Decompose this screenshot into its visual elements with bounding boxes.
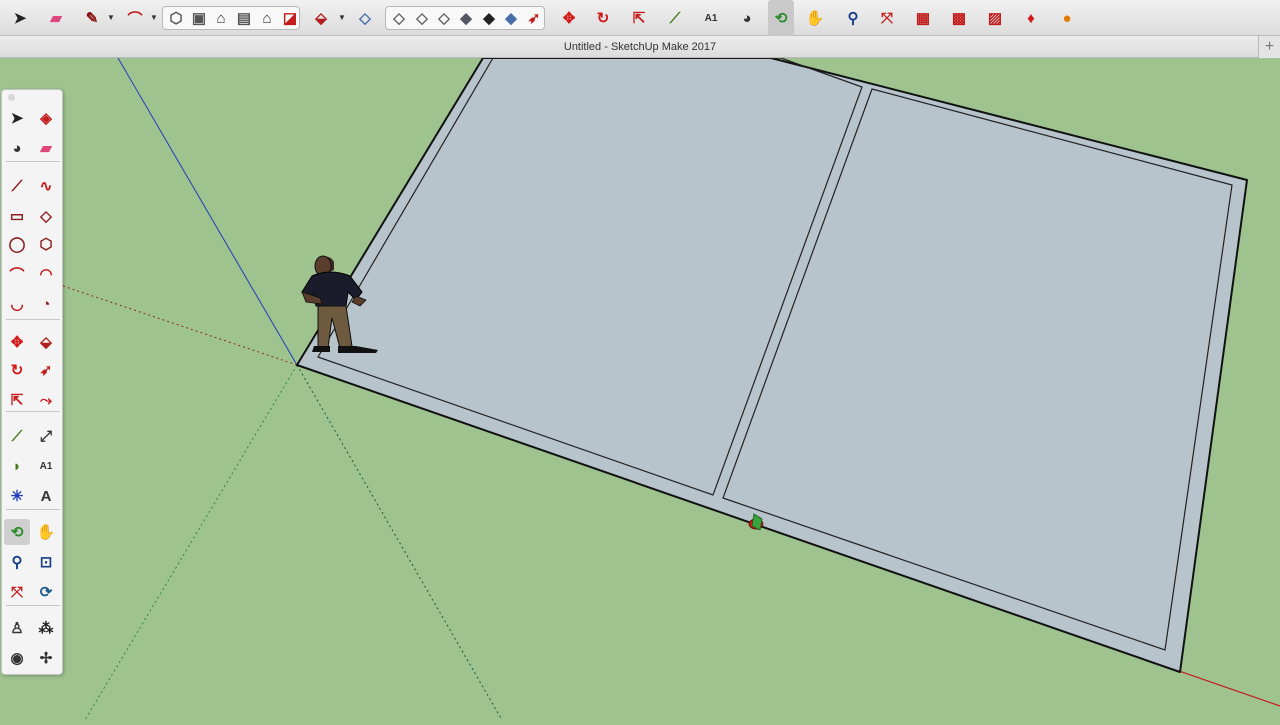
palette-text-label-icon[interactable]: A1 <box>33 453 59 479</box>
window-title: Untitled - SketchUp Make 2017 <box>563 41 717 53</box>
extension-warehouse-icon[interactable]: ▨ <box>982 5 1008 31</box>
line-dropdown-icon[interactable]: ▼ <box>107 13 115 22</box>
text-label-icon[interactable]: A1 <box>698 5 724 31</box>
palette-rotate-icon[interactable]: ↻ <box>4 357 30 383</box>
palette-3d-text-icon[interactable]: A <box>33 483 59 509</box>
palette-tape-measure-icon[interactable]: ⟋ <box>4 423 30 449</box>
orbit-icon[interactable]: ⟲ <box>768 0 794 36</box>
section-dropdown-icon[interactable]: ▼ <box>338 13 346 22</box>
rotate-icon[interactable]: ↻ <box>590 5 616 31</box>
palette-protractor-icon[interactable]: ◗ <box>4 453 30 479</box>
palette-line-icon[interactable]: ⟋ <box>4 173 30 199</box>
palette-walk-icon[interactable]: ⁂ <box>33 615 59 641</box>
palette-pan-hand-icon[interactable]: ✋ <box>33 519 59 545</box>
palette-make-component-icon[interactable]: ◈ <box>33 105 59 131</box>
palette-pie-icon[interactable]: ◔ <box>33 291 59 317</box>
palette-section-plane-icon[interactable]: ✢ <box>33 645 59 671</box>
pencil-line-icon[interactable]: ✎ <box>79 5 105 31</box>
palette-arc-icon[interactable]: ⌒ <box>4 261 30 287</box>
3d-warehouse-icon[interactable]: ▦ <box>910 5 936 31</box>
arc-icon[interactable]: ⌒ <box>122 5 148 31</box>
palette-look-around-icon[interactable]: ◉ <box>4 645 30 671</box>
paint-bucket-icon[interactable]: ◕ <box>734 5 760 31</box>
add-tab-button[interactable]: + <box>1258 36 1280 58</box>
palette-offset-icon[interactable]: ⤳ <box>33 387 59 413</box>
palette-separator <box>6 161 60 162</box>
palette-previous-view-icon[interactable]: ⟳ <box>33 579 59 605</box>
palette-zoom-extents-icon[interactable]: ⤧ <box>4 579 30 605</box>
palette-rotated-rectangle-icon[interactable]: ◇ <box>33 203 59 229</box>
colors-wheel-icon[interactable]: ● <box>1054 5 1080 31</box>
palette-polygon-icon[interactable]: ⬡ <box>33 231 59 257</box>
palette-eraser-icon[interactable]: ▰ <box>33 135 59 161</box>
palette-zoom-icon[interactable]: ⚲ <box>4 549 30 575</box>
palette-separator <box>6 319 60 320</box>
ruby-console-icon[interactable]: ♦ <box>1018 5 1044 31</box>
palette-separator <box>6 605 60 606</box>
palette-position-camera-icon[interactable]: ♙ <box>4 615 30 641</box>
palette-separator <box>6 509 60 510</box>
scene-canvas <box>0 57 1280 721</box>
palette-freehand-icon[interactable]: ∿ <box>33 173 59 199</box>
palette-follow-me-icon[interactable]: ➶ <box>33 357 59 383</box>
palette-three-point-arc-icon[interactable]: ◡ <box>4 291 30 317</box>
palette-select-arrow-icon[interactable]: ➤ <box>4 105 30 131</box>
palette-orbit-icon[interactable]: ⟲ <box>4 519 30 545</box>
section-plane-icon[interactable]: ◪ <box>277 5 303 31</box>
follow-me-icon[interactable]: ➶ <box>521 5 547 31</box>
palette-push-pull-icon[interactable]: ⬙ <box>33 329 59 355</box>
arc-dropdown-icon[interactable]: ▼ <box>150 13 158 22</box>
palette-paint-bucket-icon[interactable]: ◕ <box>4 135 30 161</box>
palette-dimension-icon[interactable]: ⤢ <box>33 423 59 449</box>
eraser-icon[interactable]: ▰ <box>43 5 69 31</box>
scale-icon[interactable]: ⇱ <box>626 5 652 31</box>
xray-style-icon[interactable]: ◇ <box>352 5 378 31</box>
palette-move-icon[interactable]: ✥ <box>4 329 30 355</box>
palette-axes-icon[interactable]: ✳ <box>4 483 30 509</box>
share-model-icon[interactable]: ▩ <box>946 5 972 31</box>
main-toolbar: ➤ ▰ ✎ ⌒ ⬡ ▣ ⌂ ▤ ⌂ ◪ ⬙ ◇ ◇ ◇ ◇ ◆ ◆ ◆ ➶ ✥ ↻ ⇱ ⟋ A1 ◕ ⟲ ✋ ⚲ ⤧ ▦ ▩ ▨ ♦ ● ▼ ▼ ▼ <box>0 0 1280 36</box>
move-icon[interactable]: ✥ <box>556 5 582 31</box>
palette-two-point-arc-icon[interactable]: ◠ <box>33 261 59 287</box>
push-pull-icon[interactable]: ⬙ <box>308 5 334 31</box>
window-title-bar: Untitled - SketchUp Make 2017 <box>0 36 1280 58</box>
zoom-icon[interactable]: ⚲ <box>840 5 866 31</box>
modeling-viewport[interactable]: ➤ ◈ ◕ ▰ ⟋ ∿ ▭ ◇ ◯ ⬡ ⌒ ◠ ◡ ◔ ✥ ⬙ ↻ ➶ ⇱ ⤳ ⟋ ⤢ ◗ A1 ✳ A ⟲ ✋ ⚲ ⊡ ⤧ ⟳ ♙ ⁂ ◉ ✢ <box>0 57 1280 721</box>
palette-rectangle-icon[interactable]: ▭ <box>4 203 30 229</box>
tape-measure-icon[interactable]: ⟋ <box>662 5 688 31</box>
zoom-extents-icon[interactable]: ⤧ <box>874 5 900 31</box>
large-tool-set-palette[interactable]: ➤ ◈ ◕ ▰ ⟋ ∿ ▭ ◇ ◯ ⬡ ⌒ ◠ ◡ ◔ ✥ ⬙ ↻ ➶ ⇱ ⤳ ⟋ ⤢ ◗ A1 ✳ A ⟲ ✋ ⚲ ⊡ ⤧ ⟳ ♙ ⁂ ◉ ✢ <box>1 89 63 675</box>
select-arrow-icon[interactable]: ➤ <box>7 5 33 31</box>
palette-close-icon[interactable] <box>8 94 15 101</box>
palette-zoom-window-icon[interactable]: ⊡ <box>33 549 59 575</box>
palette-circle-icon[interactable]: ◯ <box>4 231 30 257</box>
pan-hand-icon[interactable]: ✋ <box>802 5 828 31</box>
palette-scale-icon[interactable]: ⇱ <box>4 387 30 413</box>
